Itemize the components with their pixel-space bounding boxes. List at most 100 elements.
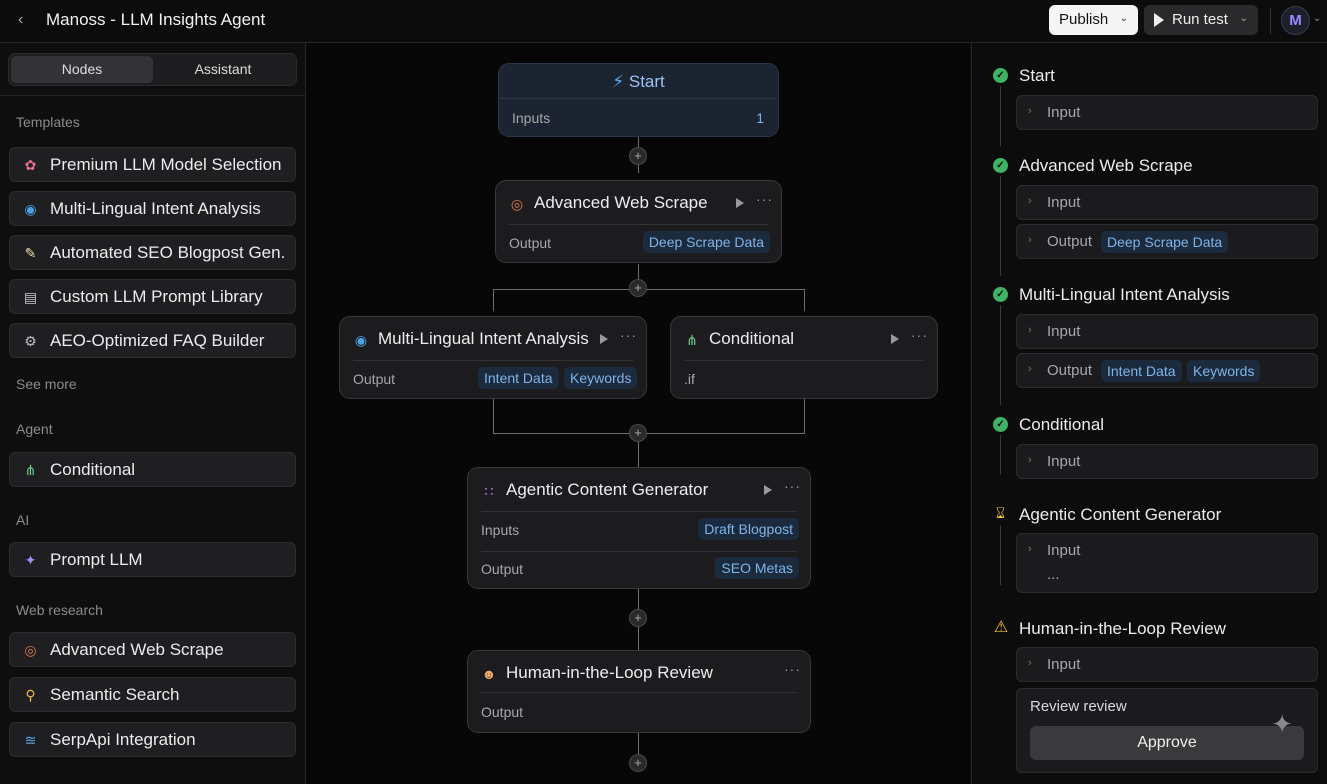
sidebar: Nodes Assistant Templates ✿ Premium LLM … [0, 43, 306, 784]
template-item-label: AEO-Optimized FAQ Builder [50, 331, 265, 350]
ai-item-prompt-llm[interactable]: ✦ Prompt LLM [9, 542, 296, 577]
timeline-line [1000, 525, 1001, 585]
step-input-row[interactable]: › Input [1016, 444, 1318, 479]
output-label: Output [481, 561, 524, 577]
sparkle-icon: ✦ [24, 552, 37, 568]
add-node-button[interactable]: + [629, 279, 647, 297]
output-chip: Keywords [564, 367, 638, 389]
divider [481, 511, 797, 512]
run-node-play-icon[interactable] [764, 485, 772, 495]
branch-icon: ⋔ [686, 332, 698, 348]
tab-nodes[interactable]: Nodes [11, 56, 153, 83]
chevron-right-icon: › [1028, 105, 1032, 117]
globe-net-icon: ◎ [510, 196, 524, 212]
output-chip: Keywords [1187, 360, 1261, 382]
see-more-link[interactable]: See more [16, 376, 77, 392]
step-title: Advanced Web Scrape [1019, 156, 1193, 175]
section-label-templates: Templates [16, 114, 80, 130]
output-label: Output [1047, 362, 1093, 379]
more-options-icon[interactable]: ··· [756, 191, 773, 207]
web-item-serpapi[interactable]: ≊ SerpApi Integration [9, 722, 296, 757]
output-label: Output [353, 371, 396, 387]
start-node[interactable]: ⚡︎ Start Inputs 1 [498, 63, 779, 137]
node-conditional[interactable]: ⋔ Conditional ··· .if [670, 316, 938, 399]
edge [804, 289, 805, 311]
run-node-play-icon[interactable] [736, 198, 744, 208]
step-output-row[interactable]: › Output Intent Data Keywords [1016, 353, 1318, 388]
output-chip: Deep Scrape Data [1101, 231, 1229, 253]
edge [638, 733, 639, 755]
check-circle-icon: ✓ [993, 287, 1008, 302]
back-chevron-icon[interactable]: ‹ [18, 11, 36, 29]
node-agentic-content-generator[interactable]: ∷ Agentic Content Generator ··· Inputs D… [467, 467, 811, 589]
tab-assistant[interactable]: Assistant [152, 56, 294, 83]
run-node-play-icon[interactable] [891, 334, 899, 344]
run-node-play-icon[interactable] [600, 334, 608, 344]
template-item-seo-blogpost[interactable]: ✎ Automated SEO Blogpost Gen. [9, 235, 296, 270]
publish-button[interactable]: Publish ⌄ [1049, 5, 1138, 35]
add-node-button[interactable]: + [629, 609, 647, 627]
chevron-right-icon: › [1028, 324, 1032, 336]
step-input-row[interactable]: › Input [1016, 647, 1318, 682]
add-node-button[interactable]: + [629, 147, 647, 165]
template-item-premium-llm[interactable]: ✿ Premium LLM Model Selection [9, 147, 296, 182]
ellipsis-text: ... [1047, 566, 1060, 583]
more-options-icon[interactable]: ··· [784, 478, 801, 494]
run-test-button[interactable]: Run test ⌄ [1144, 5, 1258, 35]
more-options-icon[interactable]: ··· [784, 661, 801, 677]
web-item-label: Advanced Web Scrape [50, 640, 224, 659]
step-input-row[interactable]: › Input ... [1016, 533, 1318, 593]
edge [493, 433, 805, 434]
more-options-icon[interactable]: ··· [911, 327, 928, 343]
step-title: Start [1019, 66, 1055, 85]
review-label: Review review [1030, 698, 1127, 715]
globe-icon: ◉ [354, 332, 368, 348]
timeline-line [1000, 86, 1001, 146]
sparkle-icon: ✦ [1271, 709, 1293, 739]
run-test-label: Run test [1172, 11, 1228, 28]
publish-label: Publish [1059, 11, 1109, 28]
chevron-right-icon: › [1028, 234, 1032, 246]
step-title: Multi-Lingual Intent Analysis [1019, 285, 1230, 304]
chevron-down-icon: ⌄ [1239, 13, 1248, 24]
avatar[interactable]: M [1281, 6, 1310, 35]
template-item-prompt-library[interactable]: ▤ Custom LLM Prompt Library [9, 279, 296, 314]
node-human-review[interactable]: ☻ Human-in-the-Loop Review ··· Output [467, 650, 811, 733]
section-label-web-research: Web research [16, 602, 103, 618]
step-title: Conditional [1019, 415, 1105, 434]
step-input-row[interactable]: › Input [1016, 314, 1318, 349]
add-node-button[interactable]: + [629, 754, 647, 772]
start-node-title: ⚡︎ Start [499, 72, 778, 92]
web-item-advanced-scrape[interactable]: ◎ Advanced Web Scrape [9, 632, 296, 667]
node-advanced-web-scrape[interactable]: ◎ Advanced Web Scrape ··· Output Deep Sc… [495, 180, 782, 263]
divider [481, 551, 797, 552]
output-label: Output [509, 235, 552, 251]
edge [493, 399, 494, 434]
node-title: Human-in-the-Loop Review [506, 663, 713, 682]
chevron-down-icon: ⌄ [1119, 13, 1128, 24]
web-item-label: SerpApi Integration [50, 730, 196, 749]
approve-button[interactable]: Approve [1030, 726, 1304, 760]
check-circle-icon: ✓ [993, 68, 1008, 83]
workflow-canvas[interactable]: + + + + + ⚡︎ Start Inputs 1 ◎ Advanced W… [307, 43, 970, 784]
node-multi-lingual-intent[interactable]: ◉ Multi-Lingual Intent Analysis ··· Outp… [339, 316, 647, 399]
condition-text: .if [684, 371, 695, 387]
signal-icon: ≊ [24, 732, 37, 748]
step-output-row[interactable]: › Output Deep Scrape Data [1016, 224, 1318, 259]
timeline-line [1000, 305, 1001, 405]
output-label: Output [1047, 233, 1093, 250]
input-label: Input [1047, 104, 1081, 121]
divider [1270, 8, 1271, 34]
web-item-semantic-search[interactable]: ⚲ Semantic Search [9, 677, 296, 712]
review-box: Review review Approve ✦ [1016, 688, 1318, 773]
step-input-row[interactable]: › Input [1016, 185, 1318, 220]
section-label-agent: Agent [16, 421, 53, 437]
agent-item-conditional[interactable]: ⋔ Conditional [9, 452, 296, 487]
template-item-faq-builder[interactable]: ⚙ AEO-Optimized FAQ Builder [9, 323, 296, 358]
avatar-chevron-down-icon[interactable]: ⌄ [1313, 13, 1321, 24]
person-icon: ☻ [481, 666, 497, 682]
template-item-multi-lingual[interactable]: ◉ Multi-Lingual Intent Analysis [9, 191, 296, 226]
add-node-button[interactable]: + [629, 424, 647, 442]
more-options-icon[interactable]: ··· [620, 327, 637, 343]
step-input-row[interactable]: › Input [1016, 95, 1318, 130]
